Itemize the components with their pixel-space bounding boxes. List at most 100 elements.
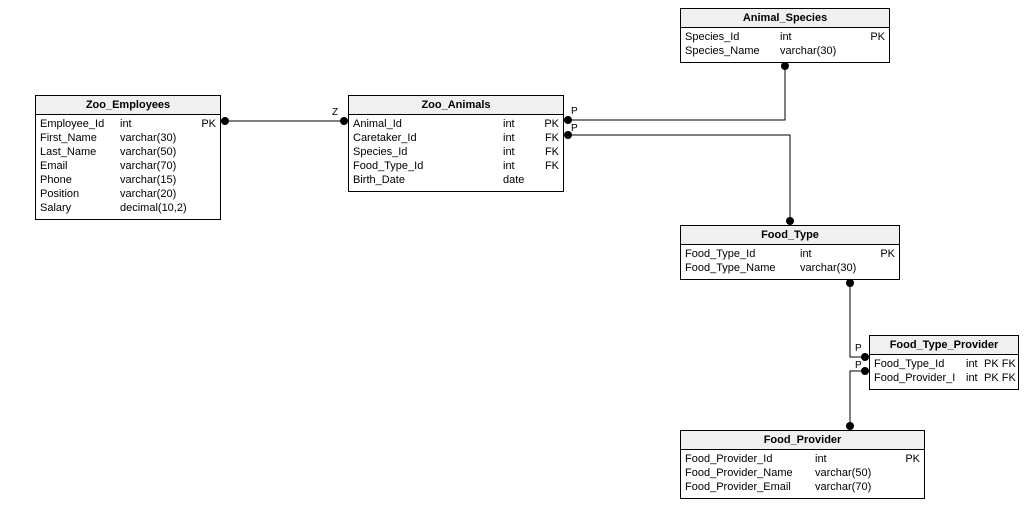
column-type: int: [966, 371, 984, 385]
entity-columns: Animal_IdintPKCaretaker_IdintFKSpecies_I…: [349, 115, 563, 191]
entity-food-provider[interactable]: Food_Provider Food_Provider_IdintPKFood_…: [680, 430, 925, 499]
column-type: varchar(70): [120, 159, 200, 173]
relationship-endpoint-icon: [786, 217, 794, 225]
column-type: int: [503, 131, 537, 145]
entity-title: Zoo_Animals: [349, 96, 563, 115]
column-row: Food_Provider_IintPK FK: [874, 371, 1014, 385]
column-row: Last_Namevarchar(50): [40, 145, 216, 159]
cardinality-label: P: [571, 123, 578, 134]
column-name: Caretaker_Id: [353, 131, 503, 145]
column-name: Employee_Id: [40, 117, 120, 131]
relationship-endpoint-icon: [221, 117, 229, 125]
entity-columns: Food_Type_IdintPKFood_Type_Namevarchar(3…: [681, 245, 899, 279]
entity-title: Food_Type: [681, 226, 899, 245]
column-type: varchar(30): [780, 44, 860, 58]
column-row: Phonevarchar(15): [40, 173, 216, 187]
column-name: Food_Type_Id: [874, 357, 966, 371]
column-type: date: [503, 173, 537, 187]
cardinality-label: Z: [332, 107, 338, 118]
column-name: Position: [40, 187, 120, 201]
column-name: Food_Type_Name: [685, 261, 800, 275]
column-row: Positionvarchar(20): [40, 187, 216, 201]
column-type: varchar(15): [120, 173, 200, 187]
column-type: varchar(30): [120, 131, 200, 145]
entity-title: Animal_Species: [681, 9, 889, 28]
column-name: Food_Type_Id: [353, 159, 503, 173]
column-type: varchar(50): [815, 466, 895, 480]
column-type: varchar(50): [120, 145, 200, 159]
entity-columns: Food_Provider_IdintPKFood_Provider_Namev…: [681, 450, 924, 498]
relationship-endpoint-icon: [564, 116, 572, 124]
relationship-line: [564, 135, 790, 225]
column-key: PK: [880, 247, 895, 261]
column-name: Last_Name: [40, 145, 120, 159]
column-row: Salarydecimal(10,2): [40, 201, 216, 215]
entity-food-type-provider[interactable]: Food_Type_Provider Food_Type_IdintPK FKF…: [869, 335, 1019, 390]
column-name: Birth_Date: [353, 173, 503, 187]
entity-title: Zoo_Employees: [36, 96, 220, 115]
column-name: Food_Type_Id: [685, 247, 800, 261]
entity-columns: Species_IdintPKSpecies_Namevarchar(30): [681, 28, 889, 62]
column-row: Food_Provider_Emailvarchar(70): [685, 480, 920, 494]
column-type: int: [120, 117, 200, 131]
relationship-line: [564, 62, 785, 120]
column-row: Emailvarchar(70): [40, 159, 216, 173]
relationship-line: [850, 279, 869, 357]
column-key: PK: [201, 117, 216, 131]
column-type: int: [503, 145, 537, 159]
column-name: Food_Provider_Email: [685, 480, 815, 494]
column-name: Species_Name: [685, 44, 780, 58]
column-row: Food_Type_IdintPK FK: [874, 357, 1014, 371]
entity-food-type[interactable]: Food_Type Food_Type_IdintPKFood_Type_Nam…: [680, 225, 900, 280]
entity-animal-species[interactable]: Animal_Species Species_IdintPKSpecies_Na…: [680, 8, 890, 63]
column-row: Food_Type_Idint FK: [353, 159, 559, 173]
entity-zoo-animals[interactable]: Zoo_Animals Animal_IdintPKCaretaker_Idin…: [348, 95, 564, 192]
column-type: int: [503, 159, 537, 173]
cardinality-label: P: [571, 106, 578, 117]
cardinality-label: P: [855, 343, 862, 354]
entity-columns: Food_Type_IdintPK FKFood_Provider_IintPK…: [870, 355, 1018, 389]
column-type: decimal(10,2): [120, 201, 200, 215]
entity-zoo-employees[interactable]: Zoo_Employees Employee_IdintPKFirst_Name…: [35, 95, 221, 220]
column-type: int: [966, 357, 984, 371]
column-row: Food_Type_Idint PK: [685, 247, 895, 261]
column-type: int: [800, 247, 875, 261]
column-key: FK: [545, 159, 559, 173]
relationship-endpoint-icon: [846, 279, 854, 287]
column-row: Food_Provider_IdintPK: [685, 452, 920, 466]
column-name: Phone: [40, 173, 120, 187]
column-type: int: [503, 117, 537, 131]
column-row: Employee_IdintPK: [40, 117, 216, 131]
column-type: varchar(70): [815, 480, 895, 494]
column-row: First_Namevarchar(30): [40, 131, 216, 145]
column-row: Caretaker_Idint FK: [353, 131, 559, 145]
column-key: PK FK: [984, 371, 1016, 385]
relationship-line: [850, 371, 869, 430]
column-name: Email: [40, 159, 120, 173]
column-key: PK: [870, 30, 885, 44]
column-type: varchar(30): [800, 261, 875, 275]
column-name: Food_Provider_I: [874, 371, 966, 385]
column-row: Food_Type_Namevarchar(30): [685, 261, 895, 275]
column-row: Species_Namevarchar(30): [685, 44, 885, 58]
column-row: Species_IdintFK: [353, 145, 559, 159]
cardinality-label: P: [855, 360, 862, 371]
entity-columns: Employee_IdintPKFirst_Namevarchar(30)Las…: [36, 115, 220, 219]
entity-title: Food_Type_Provider: [870, 336, 1018, 355]
column-key: FK: [545, 131, 559, 145]
relationship-endpoint-icon: [861, 367, 869, 375]
column-key: FK: [545, 145, 559, 159]
column-name: Salary: [40, 201, 120, 215]
column-name: Species_Id: [685, 30, 780, 44]
relationship-endpoint-icon: [781, 62, 789, 70]
column-name: Animal_Id: [353, 117, 503, 131]
column-key: PK: [905, 452, 920, 466]
relationship-endpoint-icon: [340, 117, 348, 125]
relationship-endpoint-icon: [846, 422, 854, 430]
column-row: Species_IdintPK: [685, 30, 885, 44]
column-name: First_Name: [40, 131, 120, 145]
column-key: PK: [544, 117, 559, 131]
entity-title: Food_Provider: [681, 431, 924, 450]
column-type: varchar(20): [120, 187, 200, 201]
column-key: PK FK: [984, 357, 1016, 371]
